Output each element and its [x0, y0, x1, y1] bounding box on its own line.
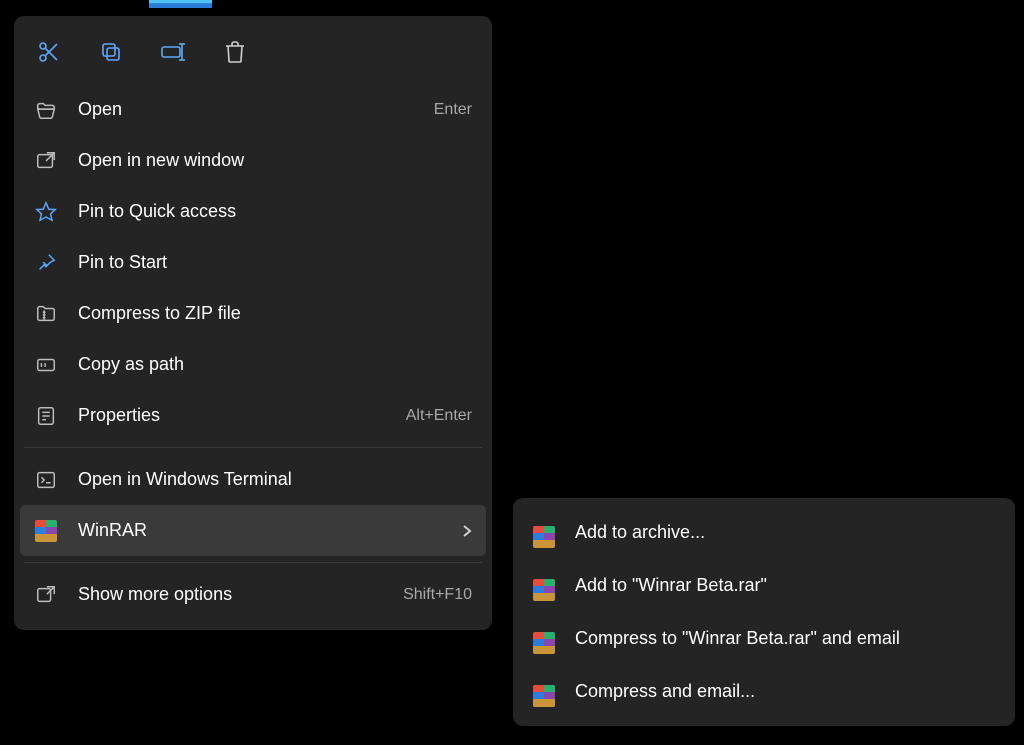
chevron-right-icon	[462, 524, 472, 538]
submenu-item-add-to-archive[interactable]: Add to archive...	[519, 506, 1009, 559]
star-icon	[34, 200, 58, 224]
properties-icon	[34, 404, 58, 428]
submenu-item-compress-and-email[interactable]: Compress and email...	[519, 665, 1009, 718]
winrar-icon	[533, 677, 555, 707]
menu-item-label: Properties	[78, 405, 386, 426]
winrar-icon	[533, 624, 555, 654]
context-toolbar	[20, 22, 486, 84]
open-new-window-icon	[34, 149, 58, 173]
menu-item-shortcut: Enter	[434, 101, 472, 119]
menu-item-winrar[interactable]: WinRAR	[20, 505, 486, 556]
menu-item-pin-start[interactable]: Pin to Start	[20, 237, 486, 288]
folder-open-icon	[34, 98, 58, 122]
menu-divider	[24, 562, 482, 563]
winrar-submenu: Add to archive... Add to "Winrar Beta.ra…	[513, 498, 1015, 726]
menu-item-pin-quick-access[interactable]: Pin to Quick access	[20, 186, 486, 237]
pin-icon	[34, 251, 58, 275]
submenu-item-compress-and-email-named[interactable]: Compress to "Winrar Beta.rar" and email	[519, 612, 1009, 665]
menu-item-copy-as-path[interactable]: Copy as path	[20, 339, 486, 390]
cut-button[interactable]	[26, 32, 72, 72]
zip-folder-icon	[34, 302, 58, 326]
rename-icon	[160, 40, 186, 64]
menu-item-open-terminal[interactable]: Open in Windows Terminal	[20, 454, 486, 505]
menu-item-label: Pin to Quick access	[78, 201, 472, 222]
menu-item-compress-zip[interactable]: Compress to ZIP file	[20, 288, 486, 339]
winrar-icon	[533, 518, 555, 548]
submenu-item-add-to-named-rar[interactable]: Add to "Winrar Beta.rar"	[519, 559, 1009, 612]
menu-item-label: Open in new window	[78, 150, 472, 171]
copy-path-icon	[34, 353, 58, 377]
menu-item-open[interactable]: Open Enter	[20, 84, 486, 135]
submenu-item-label: Compress and email...	[575, 681, 755, 702]
show-more-icon	[34, 583, 58, 607]
rename-button[interactable]	[150, 32, 196, 72]
context-menu: Open Enter Open in new window Pin to Qui…	[14, 16, 492, 630]
menu-item-show-more-options[interactable]: Show more options Shift+F10	[20, 569, 486, 620]
menu-item-label: Pin to Start	[78, 252, 472, 273]
menu-item-label: Open	[78, 99, 414, 120]
trash-icon	[224, 40, 246, 64]
scissors-icon	[37, 40, 61, 64]
winrar-icon	[533, 571, 555, 601]
menu-item-label: Compress to ZIP file	[78, 303, 472, 324]
menu-item-shortcut: Shift+F10	[403, 586, 472, 604]
delete-button[interactable]	[212, 32, 258, 72]
menu-divider	[24, 447, 482, 448]
menu-item-properties[interactable]: Properties Alt+Enter	[20, 390, 486, 441]
submenu-item-label: Compress to "Winrar Beta.rar" and email	[575, 628, 900, 649]
submenu-item-label: Add to archive...	[575, 522, 705, 543]
submenu-item-label: Add to "Winrar Beta.rar"	[575, 575, 767, 596]
menu-item-open-new-window[interactable]: Open in new window	[20, 135, 486, 186]
menu-item-label: Copy as path	[78, 354, 472, 375]
menu-item-shortcut: Alt+Enter	[406, 407, 472, 425]
copy-button[interactable]	[88, 32, 134, 72]
menu-item-label: WinRAR	[78, 520, 442, 541]
copy-icon	[99, 40, 123, 64]
winrar-icon	[34, 519, 58, 543]
selected-file-thumbnail[interactable]	[149, 0, 212, 8]
terminal-icon	[34, 468, 58, 492]
menu-item-label: Open in Windows Terminal	[78, 469, 472, 490]
menu-item-label: Show more options	[78, 584, 383, 605]
